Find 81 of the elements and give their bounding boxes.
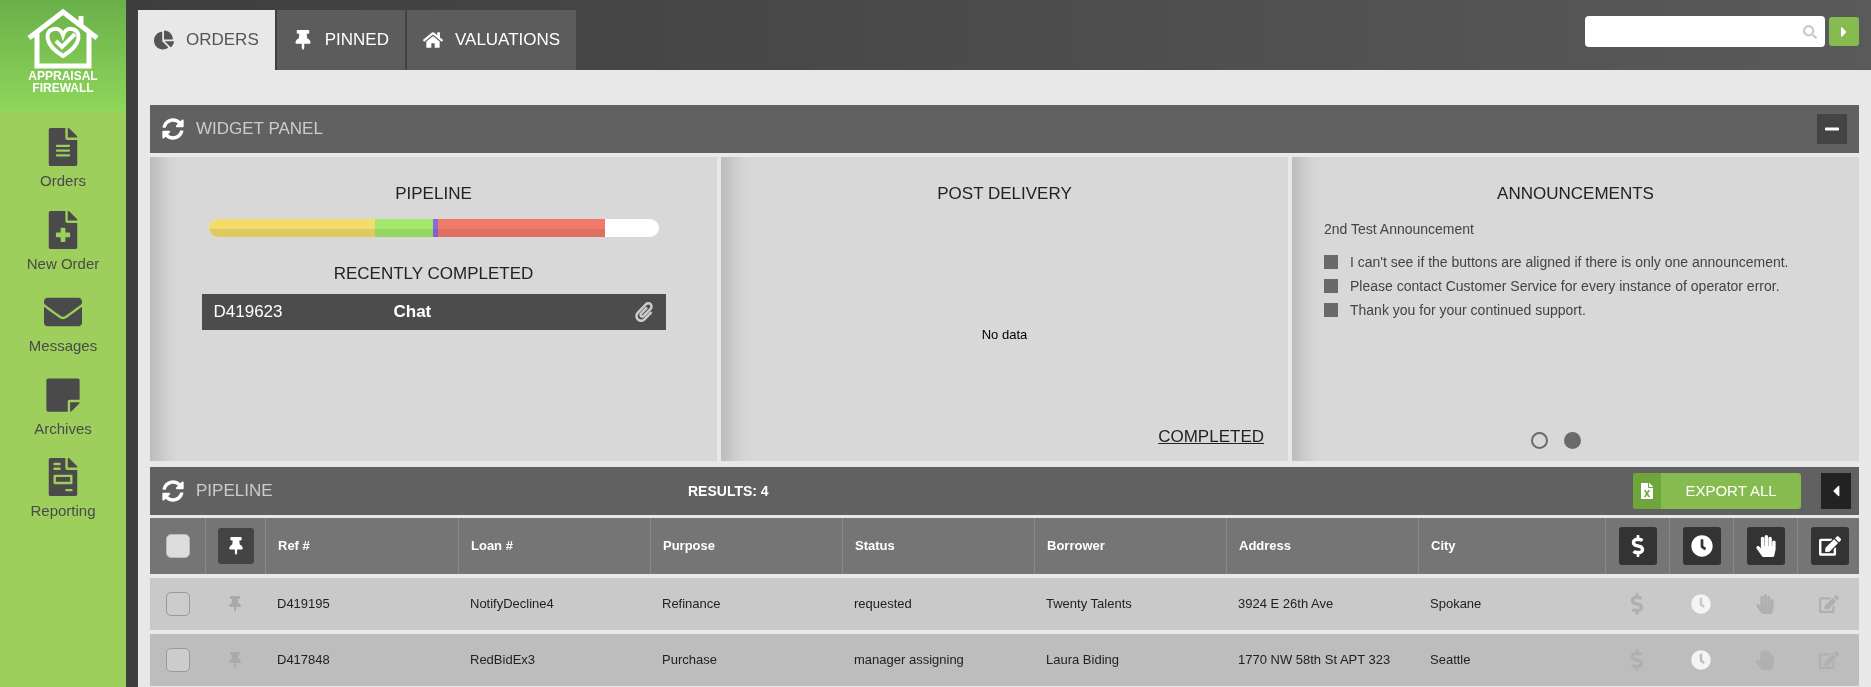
checkbox[interactable]	[165, 648, 190, 672]
tab[interactable]: PINNED	[276, 10, 405, 70]
widget-title: PIPELINE	[395, 183, 472, 205]
table-cell-text: Purchase	[662, 651, 717, 670]
table-cell-text: manager assigning	[854, 651, 964, 670]
announcement-text: Thank you for your continued support.	[1350, 300, 1586, 320]
widget-title: RECENTLY COMPLETED	[333, 262, 534, 285]
edit-icon	[1818, 535, 1841, 557]
table-cell-text: D419195	[277, 595, 330, 614]
table-row[interactable]: D417848 RedBidEx3 Purchase manager assigning Laura Biding 1770 NW 58th St APT 323 Seattle	[150, 634, 1859, 686]
sidebar-item[interactable]: Orders	[40, 128, 86, 193]
edit-icon[interactable]	[1819, 594, 1839, 614]
refresh-icon[interactable]	[162, 480, 184, 502]
clock-icon[interactable]	[1691, 594, 1711, 614]
tab[interactable]: ORDERS	[138, 10, 275, 70]
house-icon	[422, 30, 443, 50]
completed-order-row[interactable]: D419623 Chat	[201, 294, 666, 330]
column-header[interactable]: Ref #	[278, 536, 310, 556]
pin-icon[interactable]	[227, 596, 243, 612]
panel-title: PIPELINE	[196, 480, 274, 503]
table-cell-text: Refinance	[662, 595, 721, 614]
widget-title: POST DELIVERY	[937, 183, 1072, 205]
go-button[interactable]	[1829, 17, 1859, 46]
table-row[interactable]: D419195 NotifyDecline4 Refinance requested Twenty Talents 3924 E 26th Ave Spokane	[150, 578, 1859, 630]
clock-icon[interactable]	[1691, 650, 1711, 670]
checkbox[interactable]	[165, 592, 190, 616]
table-cell-text: requested	[854, 595, 912, 614]
sidebar-item[interactable]: Messages	[28, 293, 98, 358]
collapse-button[interactable]	[1817, 114, 1847, 144]
bullet-square	[1324, 303, 1338, 317]
sidebar-item[interactable]: Reporting	[30, 458, 96, 523]
logo-text: FIREWALL	[32, 82, 94, 94]
bullet-square	[1324, 255, 1338, 269]
sidebar-item[interactable]: Archives	[34, 375, 92, 440]
table-cell-text: RedBidEx3	[470, 651, 536, 670]
paperclip-icon[interactable]	[633, 302, 654, 322]
empty-message: No data	[981, 325, 1028, 344]
tab[interactable]: VALUATIONS	[406, 10, 577, 70]
completed-link[interactable]: COMPLETED	[1158, 423, 1264, 449]
logo-text: APPRAISAL	[28, 70, 98, 82]
table-cell-text: Laura Biding	[1046, 651, 1119, 670]
column-header[interactable]: Borrower	[1047, 536, 1105, 556]
table-cell-text: Spokane	[1430, 595, 1482, 614]
table-cell-text: Seattle	[1430, 651, 1471, 670]
note-icon	[44, 375, 82, 414]
table-cell-text: 3924 E 26th Ave	[1238, 595, 1334, 614]
column-header[interactable]: City	[1431, 536, 1456, 556]
hand-column-button[interactable]	[1746, 527, 1785, 565]
hand-icon	[1754, 535, 1777, 557]
results-count: RESULTS: 4	[688, 481, 770, 501]
pie-chart-icon	[154, 30, 174, 50]
search-icon	[1803, 24, 1817, 39]
table-cell-text: D417848	[277, 651, 330, 670]
clock-icon	[1690, 535, 1713, 557]
column-header[interactable]: Loan #	[471, 536, 513, 556]
widget-title: ANNOUNCEMENTS	[1497, 183, 1654, 205]
column-header[interactable]: Address	[1239, 536, 1292, 556]
checkbox[interactable]	[165, 534, 190, 558]
order-ref: D419623	[213, 301, 284, 324]
announcement-text: Please contact Customer Service for every instance of operator error.	[1350, 276, 1780, 296]
panel-title: WIDGET PANEL	[196, 118, 324, 141]
table-cell-text: 1770 NW 58th St APT 323	[1238, 651, 1391, 670]
bullet-square	[1324, 279, 1338, 293]
refresh-icon[interactable]	[162, 118, 184, 140]
spreadsheet-icon	[1639, 483, 1655, 499]
table-cell-text: Twenty Talents	[1046, 595, 1132, 614]
order-type: Chat	[393, 301, 433, 324]
table-cell-text: NotifyDecline4	[470, 595, 554, 614]
dollar-column-button[interactable]	[1618, 527, 1657, 565]
clock-column-button[interactable]	[1682, 527, 1721, 565]
sidebar-item[interactable]: New Order	[26, 210, 100, 275]
search-field[interactable]	[1585, 16, 1825, 47]
column-header[interactable]: Purpose	[663, 536, 715, 556]
column-header[interactable]: Status	[855, 536, 895, 556]
pin-icon	[226, 537, 245, 555]
pin-column-button[interactable]	[217, 528, 254, 564]
collapse-left-button[interactable]	[1821, 473, 1851, 509]
edit-column-button[interactable]	[1810, 527, 1849, 565]
announcement-text: I can't see if the buttons are aligned if there is only one announcement.	[1350, 252, 1789, 272]
hand-icon[interactable]	[1755, 594, 1775, 614]
announcement-title: 2nd Test Announcement	[1324, 219, 1475, 239]
